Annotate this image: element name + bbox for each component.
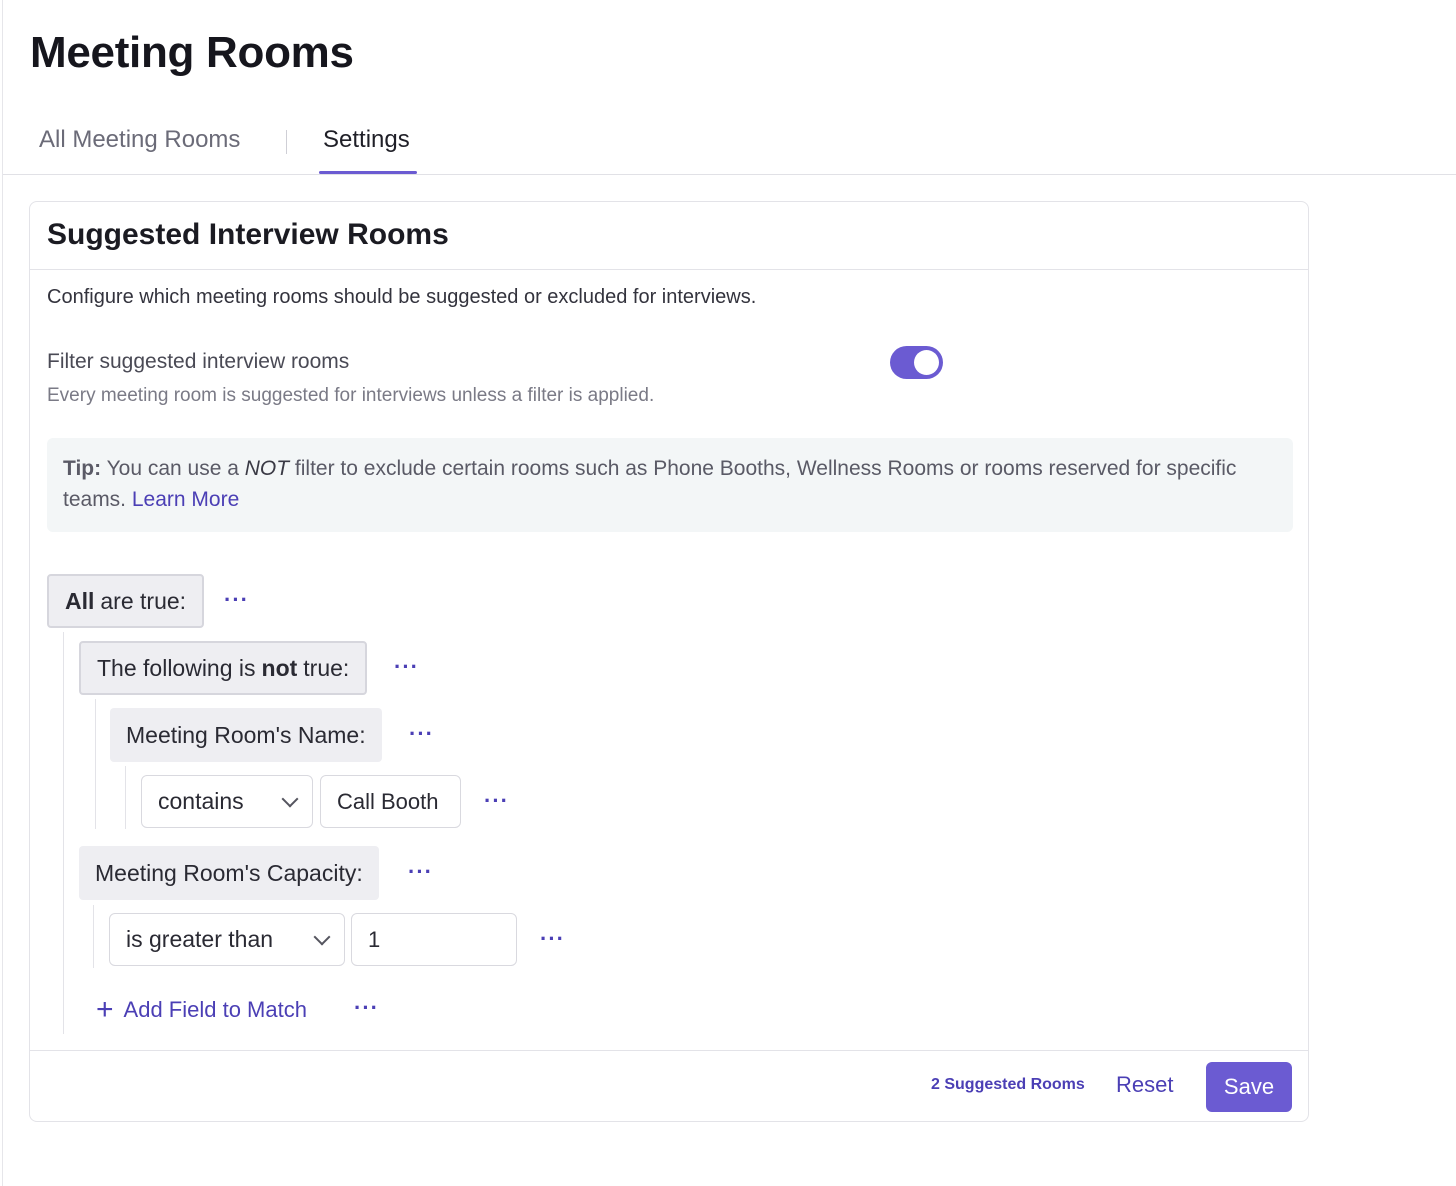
name-condition-more-menu-icon[interactable]: ···	[484, 790, 509, 812]
capacity-condition-more-menu-icon[interactable]: ···	[540, 928, 565, 950]
tip-text-before: You can use a	[101, 457, 245, 480]
name-operator-select[interactable]: contains	[141, 775, 313, 828]
all-are-true-group[interactable]: All are true:	[47, 574, 205, 628]
not-group-more-menu-icon[interactable]: ···	[394, 656, 419, 678]
reset-button[interactable]: Reset	[1116, 1072, 1173, 1098]
not-group-text: The following is	[97, 654, 256, 681]
name-value-input[interactable]: Call Booth	[320, 775, 461, 828]
active-tab-indicator	[319, 171, 417, 174]
not-group-tree-line	[95, 699, 96, 829]
page-left-border	[2, 0, 3, 1186]
tip-prefix: Tip:	[63, 457, 102, 480]
card-description: Configure which meeting rooms should be …	[47, 286, 757, 308]
name-field-tree-line	[125, 766, 126, 829]
card-title: Suggested Interview Rooms	[47, 218, 449, 251]
suggested-rooms-count[interactable]: 2 Suggested Rooms	[931, 1076, 1085, 1094]
capacity-operator-value: is greater than	[126, 926, 274, 952]
root-quantifier: All	[65, 587, 95, 614]
card-footer: 2 Suggested Rooms Reset Save	[30, 1050, 1308, 1121]
save-button[interactable]: Save	[1206, 1062, 1292, 1112]
root-more-menu-icon[interactable]: ···	[224, 589, 249, 611]
page-title: Meeting Rooms	[30, 28, 354, 77]
filter-toggle-switch[interactable]	[890, 346, 943, 379]
capacity-operator-select[interactable]: is greater than	[109, 913, 345, 966]
name-value-text: Call Booth	[337, 788, 439, 814]
suggested-interview-rooms-card: Suggested Interview Rooms Configure whic…	[29, 201, 1309, 1122]
root-tree-line	[63, 632, 64, 1034]
not-group-negation: not	[261, 654, 298, 681]
card-header: Suggested Interview Rooms	[30, 202, 1308, 270]
meeting-room-capacity-field[interactable]: Meeting Room's Capacity:	[79, 846, 379, 900]
name-field-label: Meeting Room's Name:	[126, 721, 366, 748]
chevron-down-icon	[313, 928, 331, 946]
root-condition: are true:	[100, 587, 187, 614]
capacity-value-input[interactable]: 1	[351, 913, 517, 966]
capacity-value-text: 1	[368, 926, 381, 952]
not-true-group[interactable]: The following is not true:	[79, 641, 368, 695]
add-field-more-menu-icon[interactable]: ···	[354, 997, 379, 1019]
toggle-knob	[914, 350, 939, 375]
capacity-field-label: Meeting Room's Capacity:	[95, 859, 363, 886]
capacity-field-more-menu-icon[interactable]: ···	[408, 861, 433, 883]
plus-icon: +	[96, 993, 114, 1026]
not-group-tail: true:	[303, 654, 350, 681]
filter-toggle-help: Every meeting room is suggested for inte…	[47, 385, 655, 406]
capacity-field-tree-line	[93, 905, 94, 968]
tab-divider	[286, 130, 287, 154]
filter-toggle-label: Filter suggested interview rooms	[47, 350, 350, 373]
name-operator-value: contains	[158, 788, 244, 814]
add-field-label: Add Field to Match	[123, 997, 307, 1022]
tip-box: Tip: You can use a NOT filter to exclude…	[47, 438, 1293, 532]
tab-settings[interactable]: Settings	[323, 126, 410, 154]
add-field-to-match-button[interactable]: + Add Field to Match	[96, 995, 307, 1025]
name-field-more-menu-icon[interactable]: ···	[409, 723, 434, 745]
meeting-room-name-field[interactable]: Meeting Room's Name:	[110, 708, 382, 762]
tab-bar: All Meeting Rooms Settings	[3, 112, 1456, 175]
tip-emphasis: NOT	[244, 457, 290, 480]
chevron-down-icon	[281, 790, 299, 808]
learn-more-link[interactable]: Learn More	[132, 488, 239, 511]
tab-all-meeting-rooms[interactable]: All Meeting Rooms	[39, 126, 240, 154]
